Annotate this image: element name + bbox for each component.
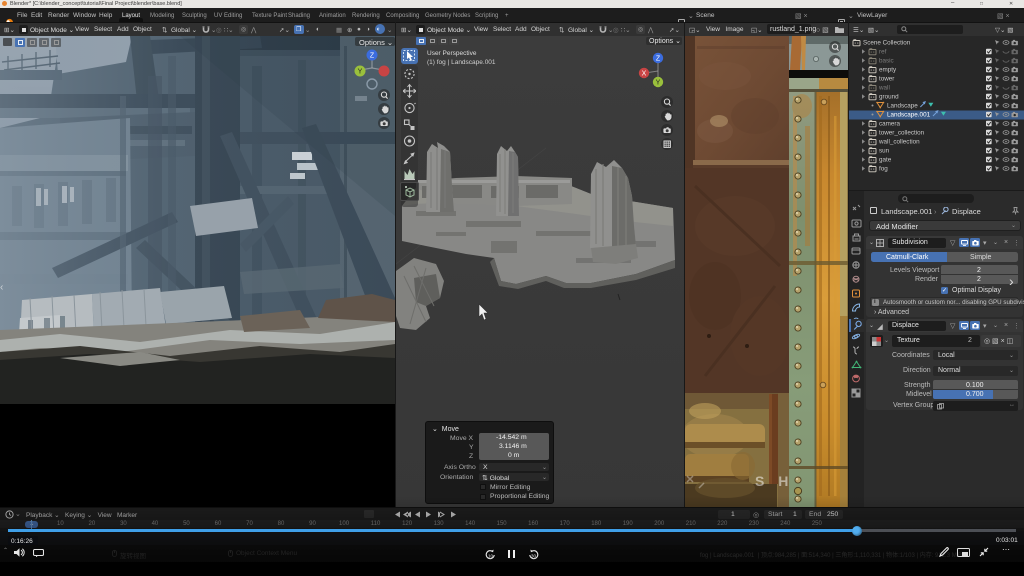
svg-text:gate: gate xyxy=(879,157,892,164)
svg-text:sun: sun xyxy=(879,148,890,155)
svg-text:tower: tower xyxy=(879,76,894,83)
svg-text:ref: ref xyxy=(879,49,887,56)
svg-text:ground: ground xyxy=(879,94,899,101)
svg-text:10: 10 xyxy=(488,554,494,559)
svg-text:S H: S H xyxy=(755,473,793,489)
svg-text:30: 30 xyxy=(531,554,537,559)
svg-text:Z: Z xyxy=(656,56,661,63)
svg-text:Z: Z xyxy=(370,53,375,60)
svg-text:basic: basic xyxy=(879,58,894,65)
svg-text:Y: Y xyxy=(358,69,363,76)
svg-text:X: X xyxy=(642,71,647,78)
svg-text:wall: wall xyxy=(878,85,890,92)
svg-text:tower_collection: tower_collection xyxy=(879,130,925,137)
svg-text:empty: empty xyxy=(879,67,897,74)
svg-text:Landscape.001: Landscape.001 xyxy=(887,112,931,119)
svg-text:Landscape: Landscape xyxy=(887,103,918,110)
svg-text:wall_collection: wall_collection xyxy=(878,139,920,146)
svg-text:Y: Y xyxy=(656,80,661,87)
svg-text:Scene Collection: Scene Collection xyxy=(863,40,911,47)
svg-text:fog: fog xyxy=(879,166,888,173)
svg-text:camera: camera xyxy=(879,121,900,128)
